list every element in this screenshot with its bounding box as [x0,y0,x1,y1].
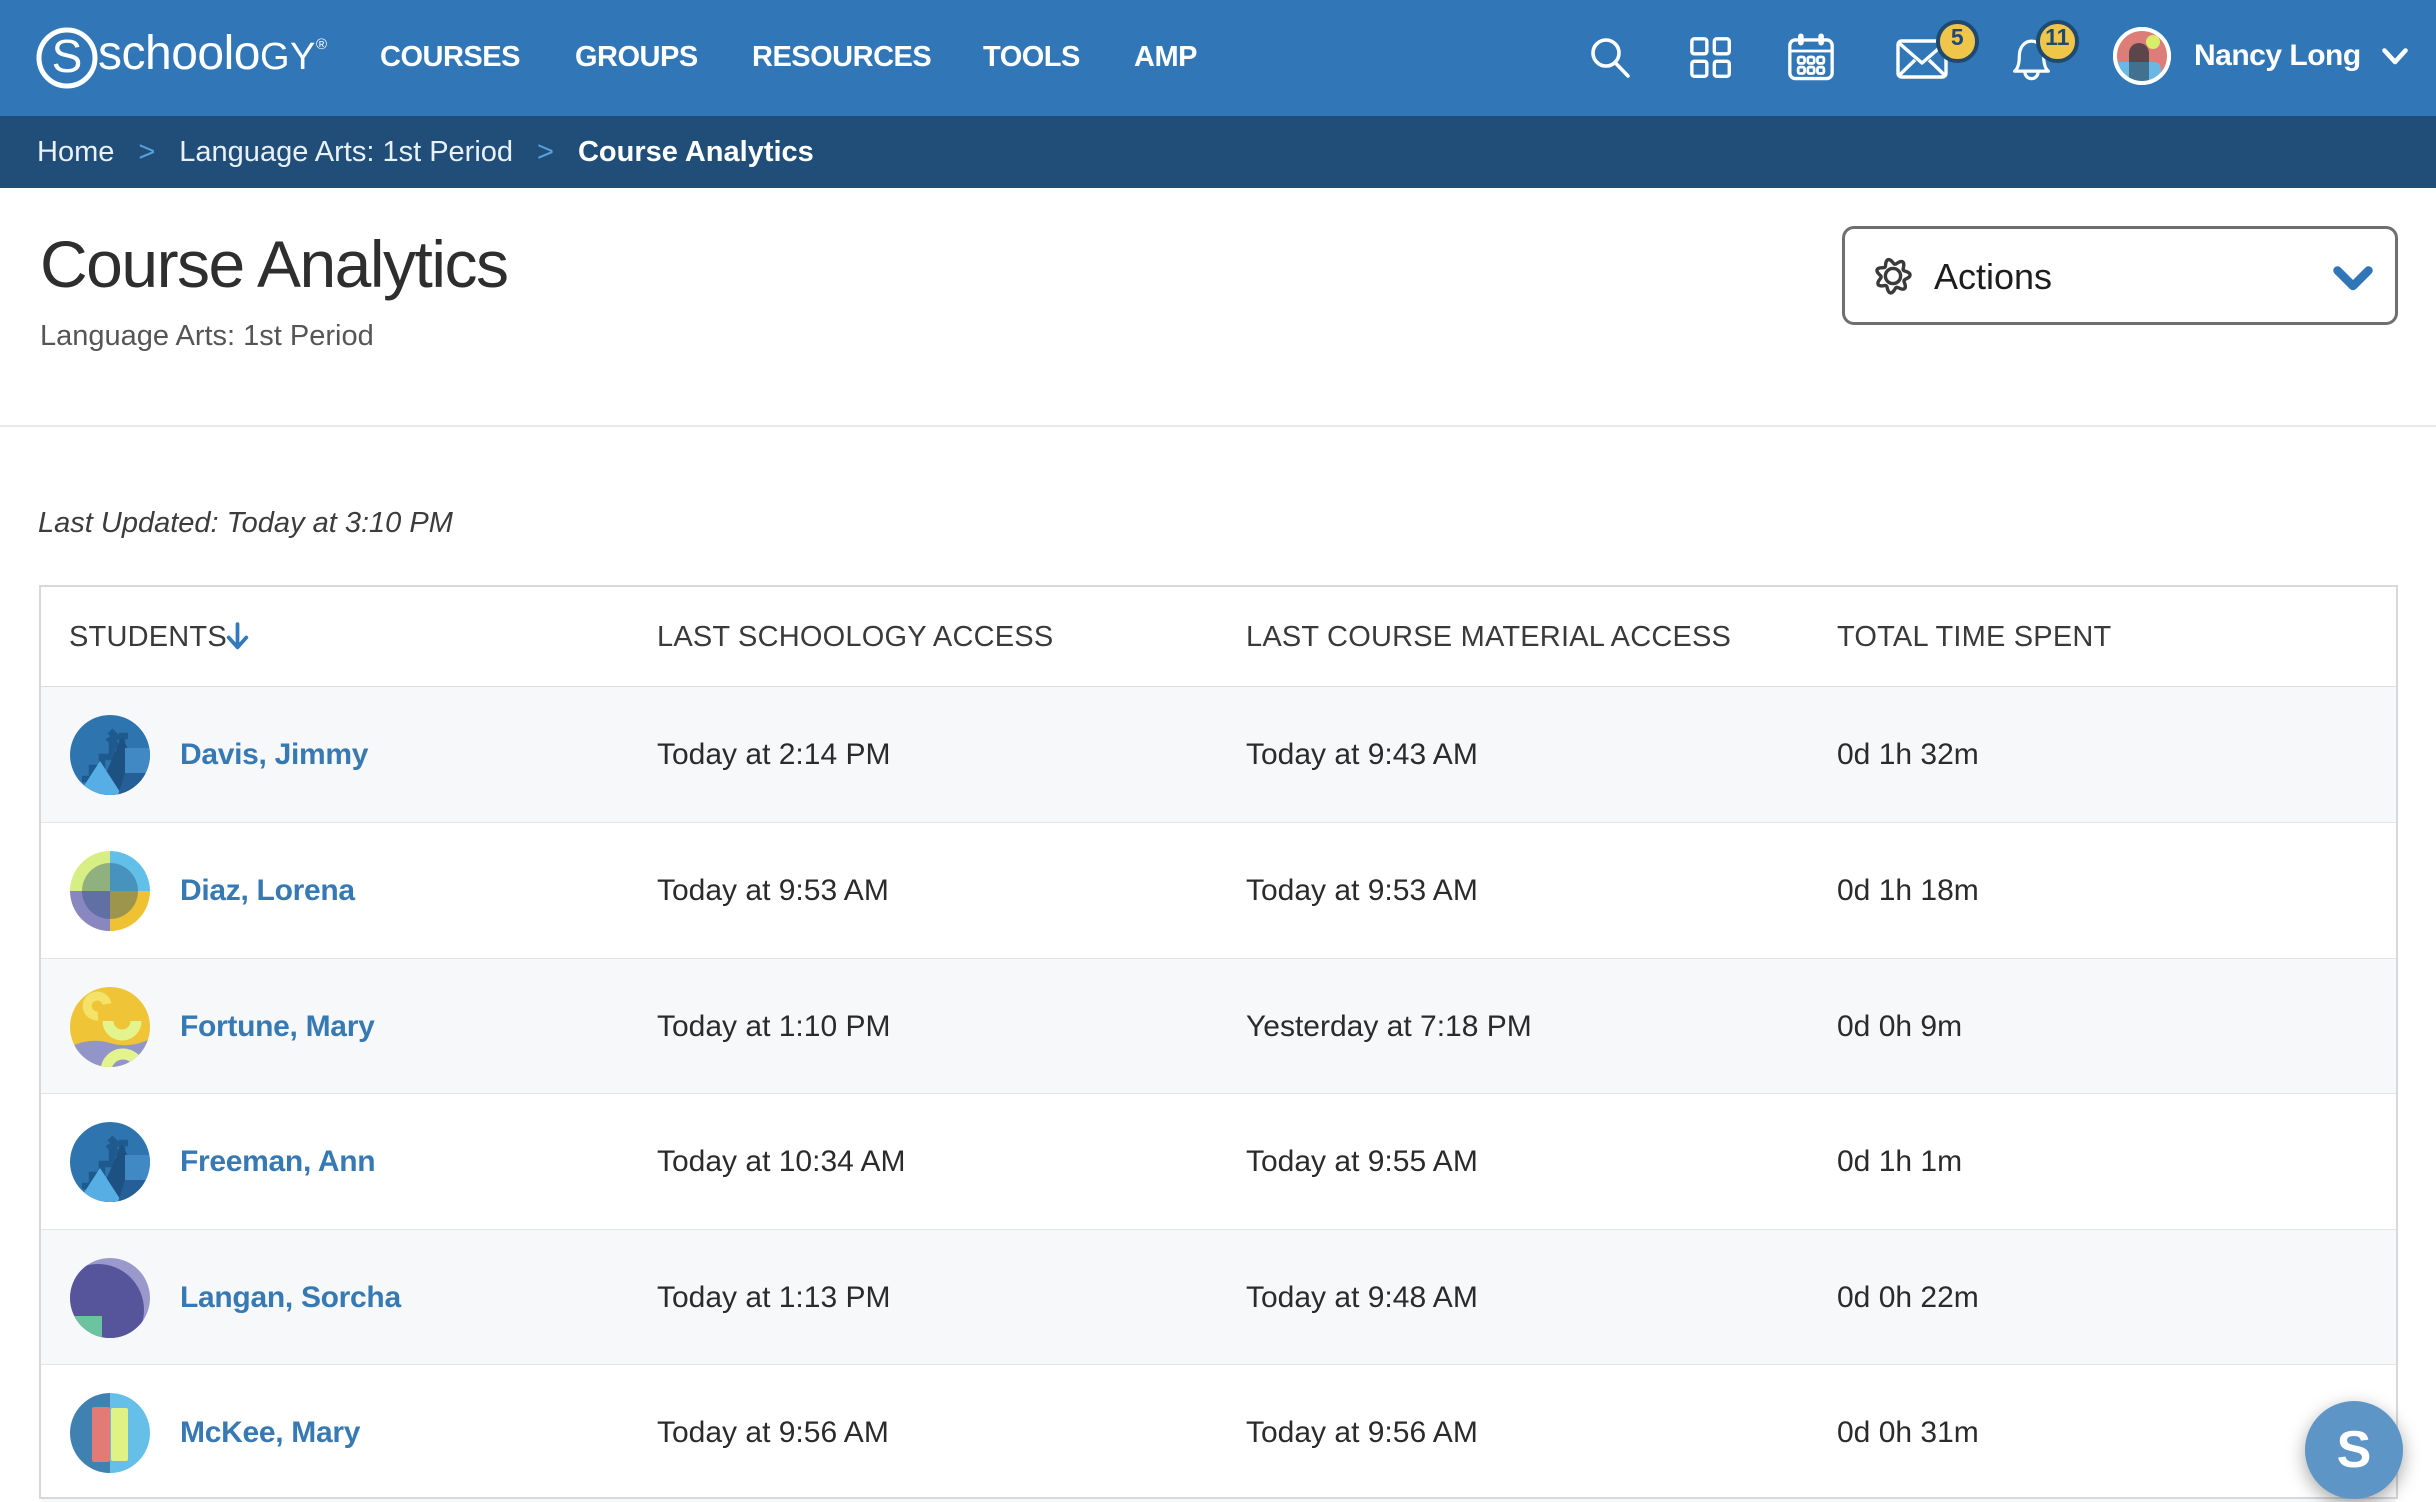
svg-text:S: S [52,30,83,82]
